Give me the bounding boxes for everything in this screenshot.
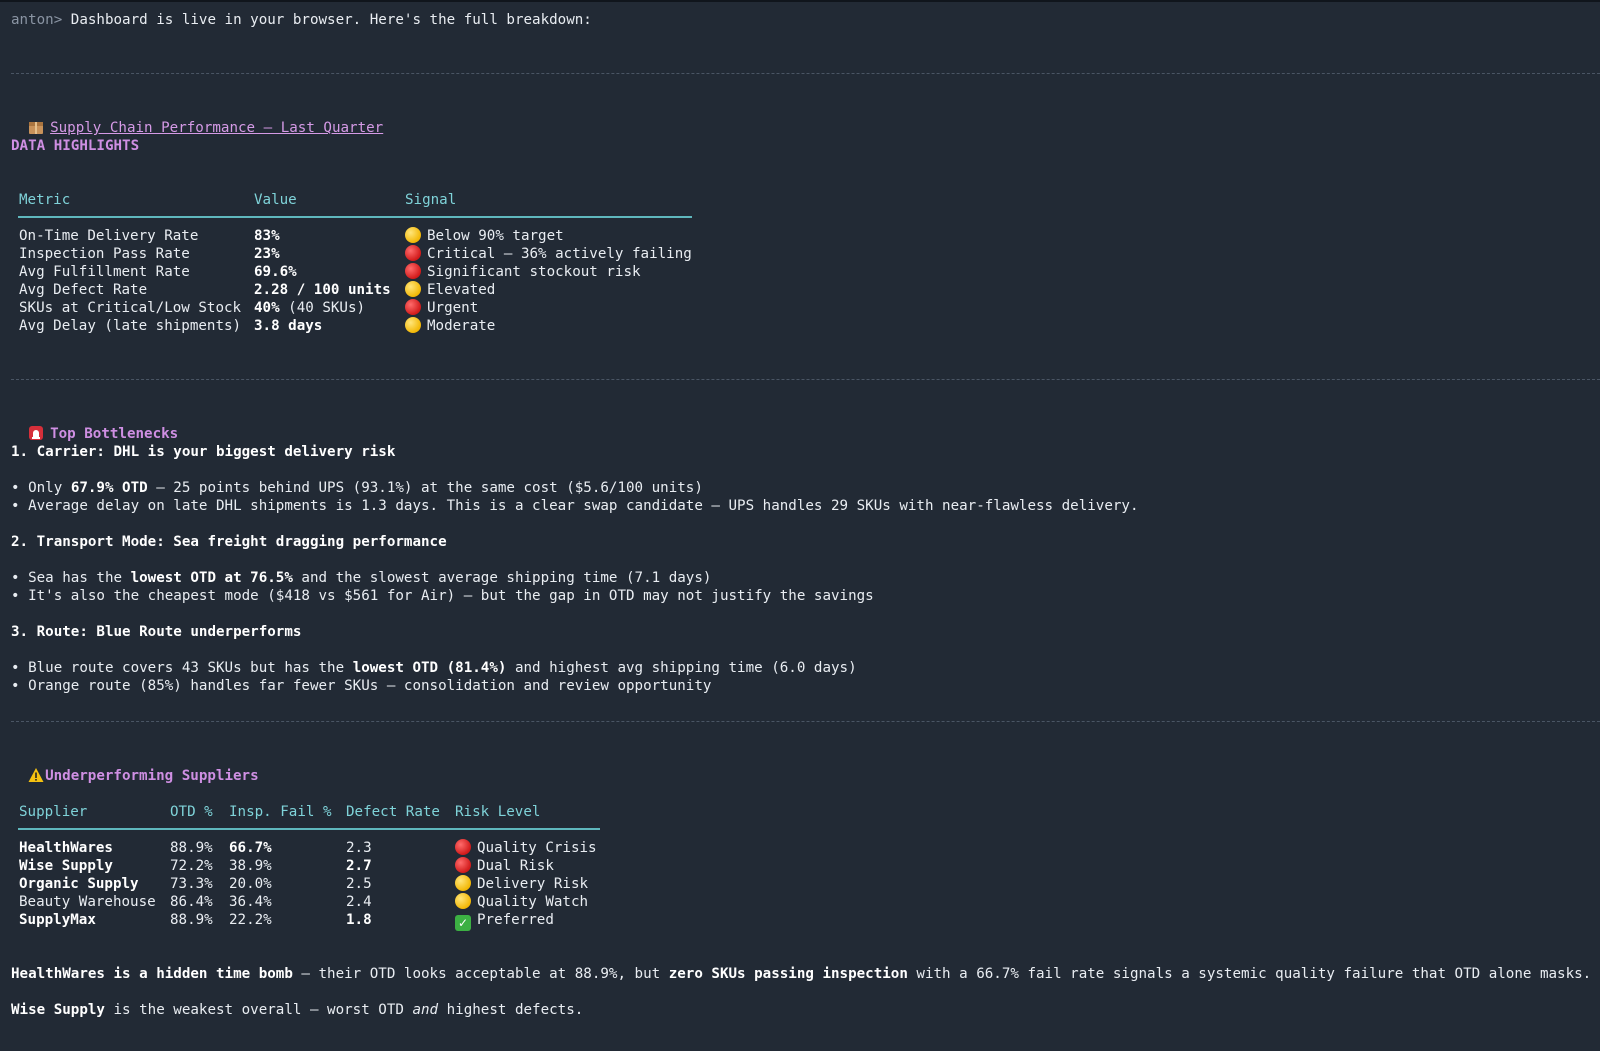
metric-signal: Urgent [405, 299, 478, 317]
col-header-insp-fail: Insp. Fail % [229, 804, 332, 820]
prompt-line: anton> Dashboard is live in your browser… [11, 11, 592, 29]
yellow-circle-icon [455, 893, 471, 909]
bottlenecks-heading: Top Bottlenecks [11, 407, 178, 442]
supplier-name: HealthWares [19, 840, 113, 856]
col-header-risk: Risk Level [455, 804, 541, 820]
metric-value: 83% [254, 228, 280, 244]
metric-label: On-Time Delivery Rate [19, 228, 199, 244]
col-header-supplier: Supplier [19, 804, 88, 820]
metric-signal: Moderate [405, 317, 495, 335]
supplier-risk: Quality Crisis [455, 839, 597, 857]
supplier-insp-fail: 66.7% [229, 840, 272, 856]
red-circle-icon [405, 245, 421, 261]
metric-label: SKUs at Critical/Low Stock [19, 300, 242, 316]
supplier-defect: 1.8 [346, 912, 372, 928]
divider [11, 379, 1600, 380]
list-item: • Only 67.9% OTD — 25 points behind UPS … [11, 480, 703, 496]
supplier-risk: Quality Watch [455, 893, 588, 911]
supplier-defect: 2.5 [346, 876, 372, 892]
prompt-message: Dashboard is live in your browser. Here'… [70, 12, 592, 28]
supplier-otd: 86.4% [170, 894, 213, 910]
col-header-otd: OTD % [170, 804, 213, 820]
list-item: • Average delay on late DHL shipments is… [11, 498, 1139, 514]
supplier-defect: 2.7 [346, 858, 372, 874]
supplier-insp-fail: 38.9% [229, 858, 272, 874]
bottleneck-3-title: 3. Route: Blue Route underperforms [11, 624, 302, 640]
red-circle-icon [455, 857, 471, 873]
yellow-circle-icon [405, 281, 421, 297]
col-header-value: Value [254, 192, 297, 208]
metric-value: 2.28 / 100 units [254, 282, 391, 298]
col-header-defect: Defect Rate [346, 804, 440, 820]
supplier-risk: ✓ Preferred [455, 911, 554, 931]
prompt-user: anton> [11, 12, 63, 28]
suppliers-heading: Underperforming Suppliers [11, 749, 259, 784]
highlights-heading: DATA HIGHLIGHTS [11, 138, 140, 154]
metric-label: Avg Fulfillment Rate [19, 264, 190, 280]
summary-paragraph-2: Wise Supply is the weakest overall — wor… [11, 1002, 584, 1018]
supplier-otd: 73.3% [170, 876, 213, 892]
package-icon [29, 122, 44, 134]
supplier-risk: Dual Risk [455, 857, 554, 875]
supplier-name: Organic Supply [19, 876, 139, 892]
siren-icon [29, 426, 44, 440]
supplier-otd: 88.9% [170, 912, 213, 928]
metric-signal: Below 90% target [405, 227, 564, 245]
col-header-metric: Metric [19, 192, 71, 208]
list-item: • It's also the cheapest mode ($418 vs $… [11, 588, 874, 604]
supplier-name: SupplyMax [19, 912, 96, 928]
metric-value: 69.6% [254, 264, 297, 280]
supplier-otd: 88.9% [170, 840, 213, 856]
supplier-name: Wise Supply [19, 858, 113, 874]
report-title[interactable]: Supply Chain Performance — Last Quarter [11, 101, 383, 136]
supplier-otd: 72.2% [170, 858, 213, 874]
metric-label: Inspection Pass Rate [19, 246, 190, 262]
yellow-circle-icon [405, 317, 421, 333]
bottleneck-1-title: 1. Carrier: DHL is your biggest delivery… [11, 444, 396, 460]
metric-value: 3.8 days [254, 318, 323, 334]
supplier-insp-fail: 36.4% [229, 894, 272, 910]
metric-value: 23% [254, 246, 280, 262]
supplier-insp-fail: 22.2% [229, 912, 272, 928]
col-header-signal: Signal [405, 192, 457, 208]
check-mark-icon: ✓ [455, 915, 471, 931]
metric-signal: Elevated [405, 281, 495, 299]
report-title-link[interactable]: Supply Chain Performance — Last Quarter [50, 120, 383, 136]
divider [11, 73, 1600, 74]
metric-signal: Critical — 36% actively failing [405, 245, 692, 263]
bottleneck-2-title: 2. Transport Mode: Sea freight dragging … [11, 534, 447, 550]
red-circle-icon [405, 263, 421, 279]
metric-signal: Significant stockout risk [405, 263, 641, 281]
warning-icon [28, 768, 44, 782]
list-item: • Blue route covers 43 SKUs but has the … [11, 660, 857, 676]
supplier-risk: Delivery Risk [455, 875, 588, 893]
list-item: • Sea has the lowest OTD at 76.5% and th… [11, 570, 712, 586]
yellow-circle-icon [455, 875, 471, 891]
metric-label: Avg Defect Rate [19, 282, 148, 298]
table-header-rule [18, 828, 600, 830]
metric-value: 40% (40 SKUs) [254, 300, 366, 316]
red-circle-icon [455, 839, 471, 855]
supplier-insp-fail: 20.0% [229, 876, 272, 892]
supplier-name: Beauty Warehouse [19, 894, 156, 910]
red-circle-icon [405, 299, 421, 315]
table-header-rule [18, 216, 692, 218]
supplier-defect: 2.4 [346, 894, 372, 910]
supplier-defect: 2.3 [346, 840, 372, 856]
list-item: • Orange route (85%) handles far fewer S… [11, 678, 712, 694]
divider [11, 721, 1600, 722]
metric-label: Avg Delay (late shipments) [19, 318, 242, 334]
yellow-circle-icon [405, 227, 421, 243]
window-top-border [0, 0, 1600, 2]
summary-paragraph-1: HealthWares is a hidden time bomb — thei… [11, 966, 1592, 982]
